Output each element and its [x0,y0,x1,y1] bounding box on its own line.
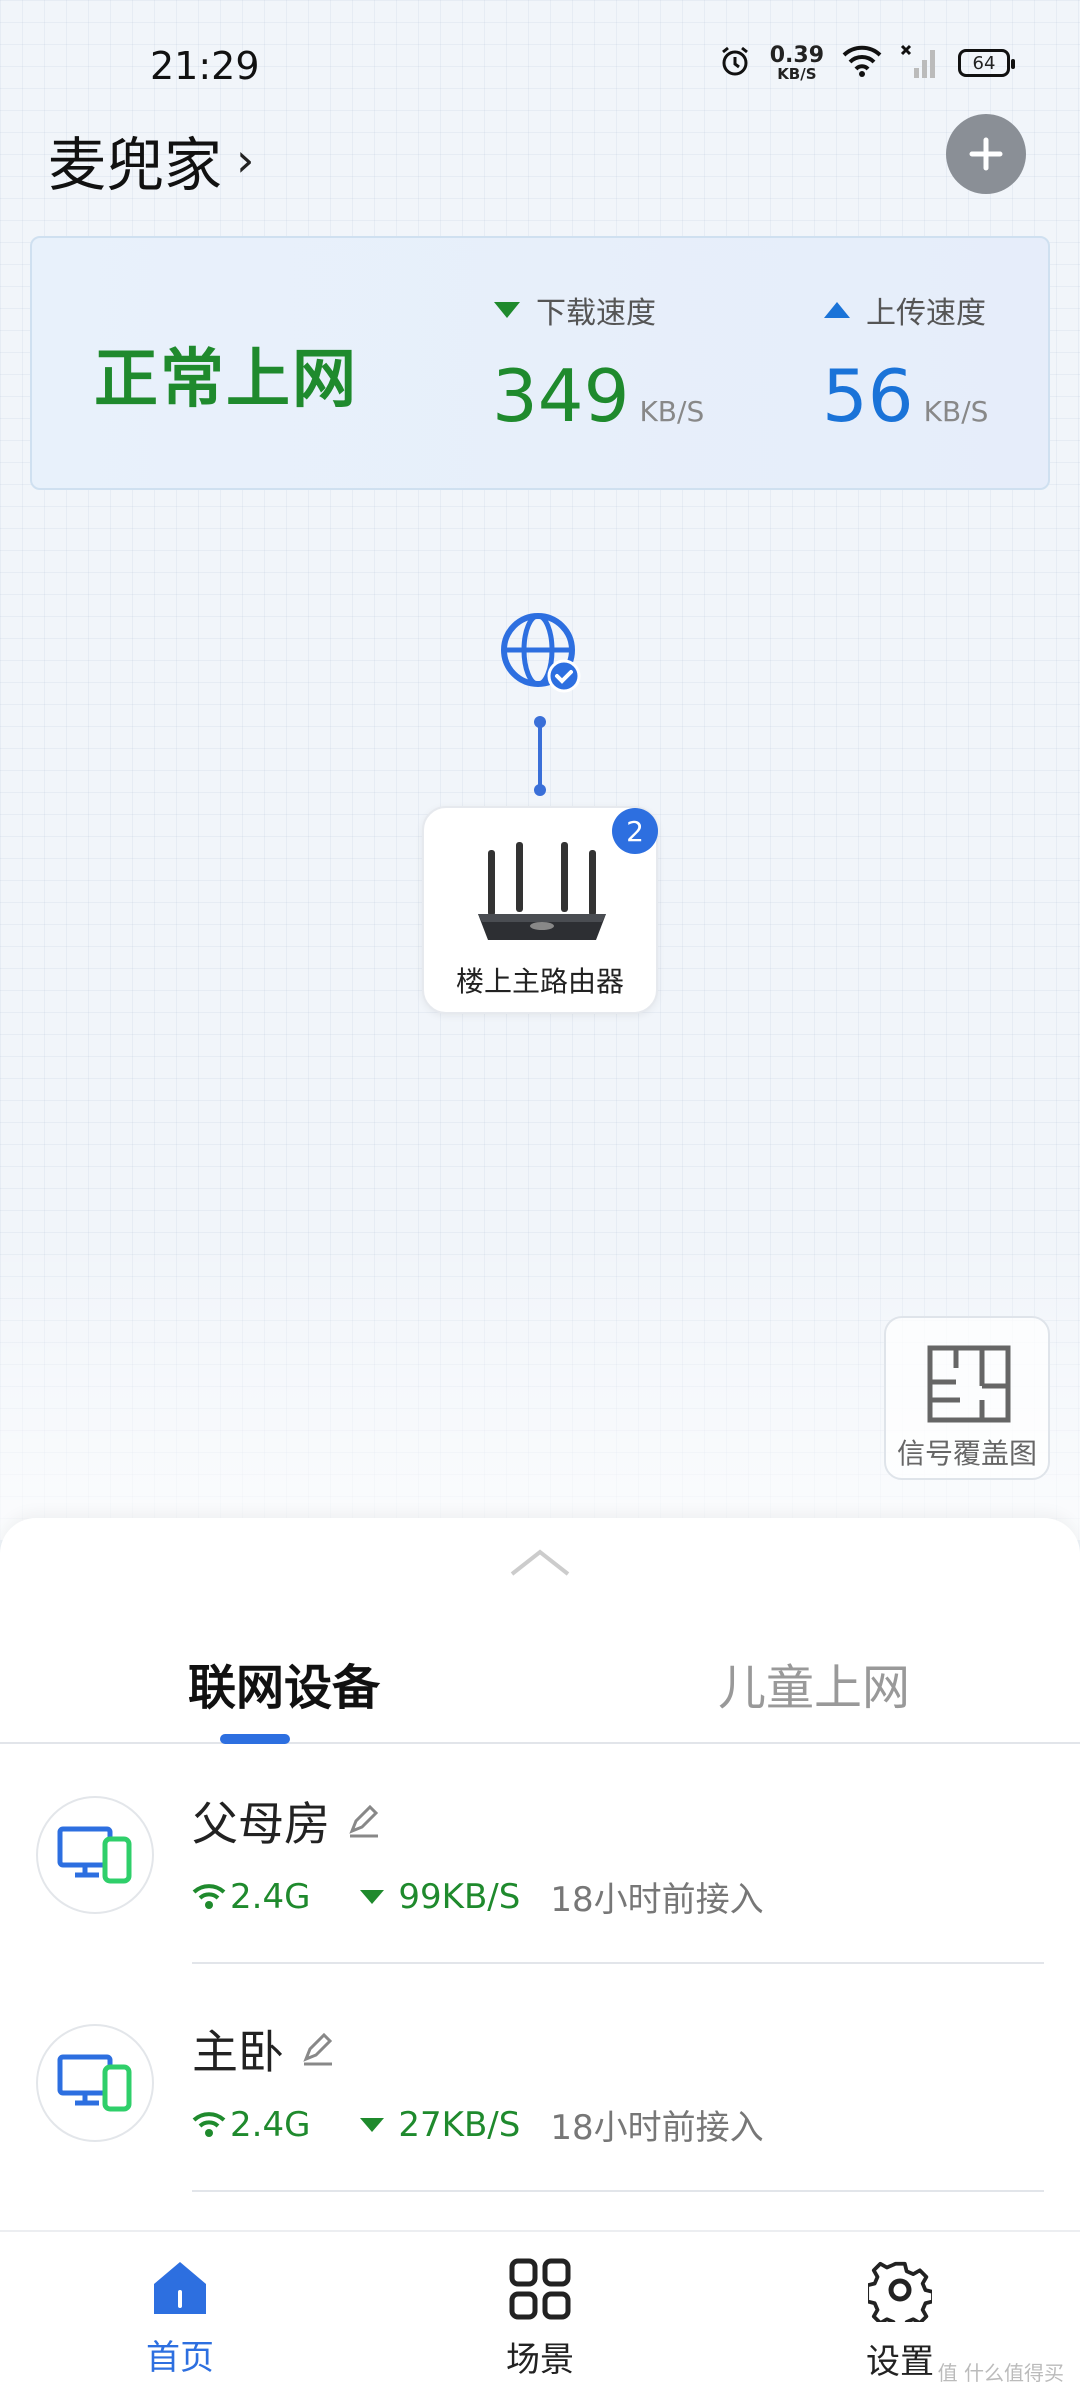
device-band: 2.4G [230,2104,311,2145]
nav-home-label: 首页 [146,2338,214,2378]
download-arrow-icon [494,302,520,318]
divider [192,2190,1044,2192]
edit-pencil-icon[interactable] [346,1803,382,1839]
device-row[interactable]: 父母房 2.4G 99KB/S 18小时前接入 [0,1776,1080,2002]
gear-icon [868,2261,932,2322]
upload-speed: 上传速度 56 KB/S [822,288,988,438]
divider [192,1962,1044,1964]
battery-icon: 64 [958,49,1015,77]
alarm-icon [718,44,752,82]
devices-icon [57,1826,132,1884]
download-speed: 下载速度 349 KB/S [492,288,704,438]
device-rate: 99KB/S [398,1876,521,1917]
coverage-map-label: 信号覆盖图 [896,1437,1037,1470]
wifi-icon [192,1883,226,1909]
device-band: 2.4G [230,1876,311,1917]
download-label: 下载速度 [536,296,656,331]
download-value: 349 [492,354,630,438]
bottom-nav: 首页 场景 设置 值 什么值得买 [0,2230,1080,2400]
network-speed-unit: KB/S [777,64,817,83]
nav-settings-label: 设置 [866,2342,934,2382]
network-speed: 0.39 KB/S [769,42,824,83]
internet-globe-icon[interactable] [500,612,582,694]
edit-pencil-icon[interactable] [300,2031,336,2067]
devices-icon [57,2054,132,2112]
tab-bar: 联网设备 儿童上网 [0,1648,1080,1744]
tab-indicator [220,1734,290,1744]
home-icon [154,2262,206,2314]
device-count-badge: 2 [612,808,658,854]
status-time: 21:29 [150,44,260,88]
upload-arrow-icon [824,302,850,318]
tab-connected-devices[interactable]: 联网设备 [188,1648,380,1718]
router-image [478,842,606,940]
home-name: 麦兜家 [48,131,223,199]
speed-card: 正常上网 下载速度 349 KB/S 上传速度 56 KB/S [30,236,1050,490]
floorplan-icon [927,1345,1011,1423]
grid-icon [509,2258,571,2320]
topology-connector [534,716,546,796]
nav-home[interactable]: 首页 [80,2258,280,2379]
coverage-map-button[interactable]: 信号覆盖图 [884,1316,1050,1480]
device-name-row: 主卧 [192,2016,336,2082]
network-status: 正常上网 [94,343,358,417]
upload-value: 56 [822,354,914,438]
device-avatar [36,2024,154,2142]
plus-icon [969,137,1003,171]
router-name: 楼上主路由器 [455,965,624,998]
chevron-up-icon[interactable] [510,1548,570,1578]
cellular-off-icon [900,44,940,82]
device-name: 主卧 [192,2025,284,2079]
device-connected-time: 18小时前接入 [550,1880,764,1920]
device-rate: 27KB/S [398,2104,521,2145]
status-icons: 0.39 KB/S 64 [718,42,1015,83]
nav-scene-label: 场景 [506,2340,574,2380]
add-button[interactable] [946,114,1026,194]
nav-scene[interactable]: 场景 [440,2258,640,2381]
device-connected-time: 18小时前接入 [550,2108,764,2148]
home-selector[interactable]: 麦兜家 › [48,118,254,202]
device-row[interactable]: 主卧 2.4G 27KB/S 18小时前接入 [0,2004,1080,2230]
status-bar: 21:29 0.39 KB/S 64 [0,0,1080,110]
device-meta: 2.4G 99KB/S 18小时前接入 [192,1872,764,1921]
wifi-icon [842,45,882,81]
network-speed-value: 0.39 [769,42,824,68]
wifi-icon [192,2111,226,2137]
device-name-row: 父母房 [192,1788,382,1854]
download-arrow-icon [360,1889,385,1904]
device-name: 父母房 [192,1797,330,1851]
upload-label: 上传速度 [866,296,986,331]
watermark: 值 什么值得买 [937,2361,1064,2385]
bottom-sheet: 联网设备 儿童上网 父母房 2.4G 99KB/S 18小时前接入 主卧 2.4… [0,1518,1080,2230]
download-unit: KB/S [639,395,705,428]
chevron-right-icon: › [236,133,255,187]
tab-kids-internet[interactable]: 儿童上网 [718,1648,910,1718]
device-avatar [36,1796,154,1914]
device-meta: 2.4G 27KB/S 18小时前接入 [192,2100,764,2149]
router-card[interactable]: 楼上主路由器 2 [422,806,658,1014]
upload-unit: KB/S [923,395,989,428]
download-arrow-icon [360,2117,385,2132]
